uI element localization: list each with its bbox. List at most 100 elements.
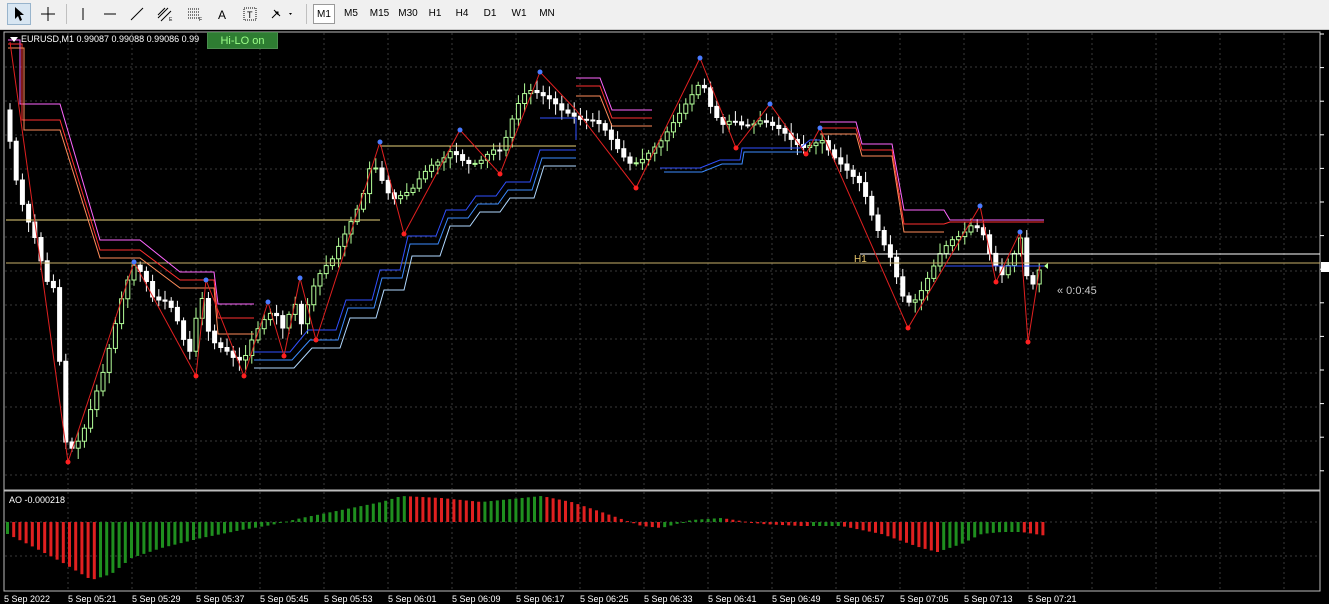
- ao-bar-down: [861, 522, 865, 531]
- bull-candle: [125, 279, 131, 300]
- ao-bar-down: [61, 522, 65, 564]
- bear-candle: [150, 281, 156, 298]
- crosshair-button[interactable]: [36, 3, 60, 25]
- ao-bar-down: [24, 522, 28, 544]
- vertical-line-button[interactable]: [72, 3, 94, 25]
- bear-candle: [900, 276, 906, 297]
- ao-bar-up: [254, 522, 257, 528]
- ao-bar-down: [650, 522, 654, 528]
- date-tick-label: 5 Sep 06:33: [644, 594, 693, 604]
- ao-bar-up: [142, 522, 146, 554]
- chart-toolbar: E F A T M1 M5 M15 M30 H1 H4 D1 W1 MN: [0, 0, 1329, 30]
- ao-bar-up: [402, 496, 406, 522]
- ao-bar-down: [427, 497, 431, 522]
- date-tick-label: 5 Sep 07:21: [1028, 594, 1077, 604]
- bear-candle: [50, 280, 56, 289]
- bear-candle: [856, 175, 862, 184]
- support-step-line: [540, 117, 577, 140]
- date-axis: 5 Sep 2022 5 Sep 05:21 5 Sep 05:29 5 Sep 05…: [0, 592, 1329, 604]
- hilo-toggle-button[interactable]: Hi-LO on: [207, 32, 278, 49]
- timeframe-h4[interactable]: H4: [451, 4, 473, 24]
- ao-bar-up: [192, 522, 195, 540]
- swing-low-dot: [497, 171, 503, 177]
- ao-bar-down: [452, 499, 456, 522]
- bear-candle: [732, 120, 738, 123]
- swing-low-dot: [65, 459, 71, 465]
- bull-candle: [447, 151, 453, 159]
- ao-bar-down: [458, 499, 462, 522]
- bull-candle: [261, 319, 267, 330]
- ao-bar-down: [619, 518, 623, 522]
- ao-bar-up: [247, 522, 251, 529]
- timeframe-d1[interactable]: D1: [479, 4, 501, 24]
- trendline-button[interactable]: [126, 3, 148, 25]
- text-label-icon: T: [243, 7, 257, 21]
- trendline-icon: [130, 7, 144, 21]
- bear-candle: [714, 105, 720, 119]
- ao-bar-up: [384, 500, 388, 522]
- swing-low-dot: [281, 353, 287, 359]
- cursor-button[interactable]: [7, 3, 31, 25]
- timeframe-m30[interactable]: M30: [395, 4, 421, 24]
- ao-bar-up: [99, 522, 102, 578]
- price-chart[interactable]: [0, 29, 1329, 604]
- ao-bar-up: [260, 522, 264, 527]
- bull-candle: [1005, 264, 1011, 276]
- ao-bar-down: [725, 518, 729, 522]
- fibonacci-button[interactable]: F: [183, 3, 207, 25]
- ao-bar-down: [86, 522, 90, 578]
- timeframe-m15[interactable]: M15: [366, 4, 393, 24]
- ao-bar-down: [43, 522, 47, 554]
- ao-bar-up: [235, 522, 239, 531]
- ao-bar-up: [539, 496, 543, 522]
- bear-candle: [894, 256, 900, 278]
- bull-candle: [373, 167, 379, 170]
- arrows-dropdown-button[interactable]: [267, 3, 297, 25]
- ao-bar-down: [18, 522, 22, 541]
- timeframe-m1[interactable]: M1: [313, 4, 335, 24]
- ao-bar-down: [55, 522, 59, 560]
- bull-candle: [670, 122, 676, 133]
- bear-candle: [615, 138, 621, 150]
- ao-bar-up: [694, 519, 698, 522]
- ao-bar-up: [6, 522, 9, 534]
- swing-low-dot: [401, 231, 407, 237]
- bear-candle: [298, 303, 304, 325]
- text-button[interactable]: A: [212, 3, 234, 25]
- timeframe-m5[interactable]: M5: [339, 4, 363, 24]
- bear-candle: [453, 151, 459, 156]
- bear-candle: [838, 157, 844, 165]
- bear-candle: [63, 360, 69, 443]
- bear-candle: [174, 306, 180, 322]
- ao-bar-down: [632, 522, 636, 524]
- timeframe-h1[interactable]: H1: [424, 4, 446, 24]
- ao-bar-down: [80, 522, 84, 575]
- ao-bar-up: [371, 503, 375, 522]
- ao-bar-down: [644, 522, 648, 527]
- symbol-label: EURUSD,M1 0.99087 0.99088 0.99086 0.99: [10, 34, 199, 44]
- bear-candle: [19, 179, 25, 205]
- ao-bar-down: [30, 522, 34, 547]
- ao-bar-up: [520, 497, 524, 522]
- bull-candle: [336, 245, 342, 260]
- ao-bar-up: [514, 498, 518, 522]
- bear-candle: [770, 121, 776, 126]
- ao-bar-down: [12, 522, 16, 538]
- collapse-triangle-icon[interactable]: [10, 37, 18, 43]
- swing-high-dot: [977, 203, 983, 209]
- bull-candle: [925, 277, 931, 292]
- ao-bar-down: [917, 522, 921, 548]
- swing-low-dot: [803, 151, 809, 157]
- timeframe-w1[interactable]: W1: [508, 4, 530, 24]
- swing-low-dot: [1025, 339, 1031, 345]
- bull-candle: [100, 371, 106, 392]
- swing-high-dot: [817, 125, 823, 131]
- equidistant-channel-button[interactable]: E: [153, 3, 177, 25]
- timeframe-mn[interactable]: MN: [535, 4, 559, 24]
- text-label-button[interactable]: T: [239, 3, 261, 25]
- horizontal-line-button[interactable]: [99, 3, 121, 25]
- resistance-step-line: [820, 133, 944, 233]
- bear-candle: [596, 120, 602, 125]
- ao-bar-up: [241, 522, 245, 530]
- date-tick-label: 5 Sep 2022: [4, 594, 51, 604]
